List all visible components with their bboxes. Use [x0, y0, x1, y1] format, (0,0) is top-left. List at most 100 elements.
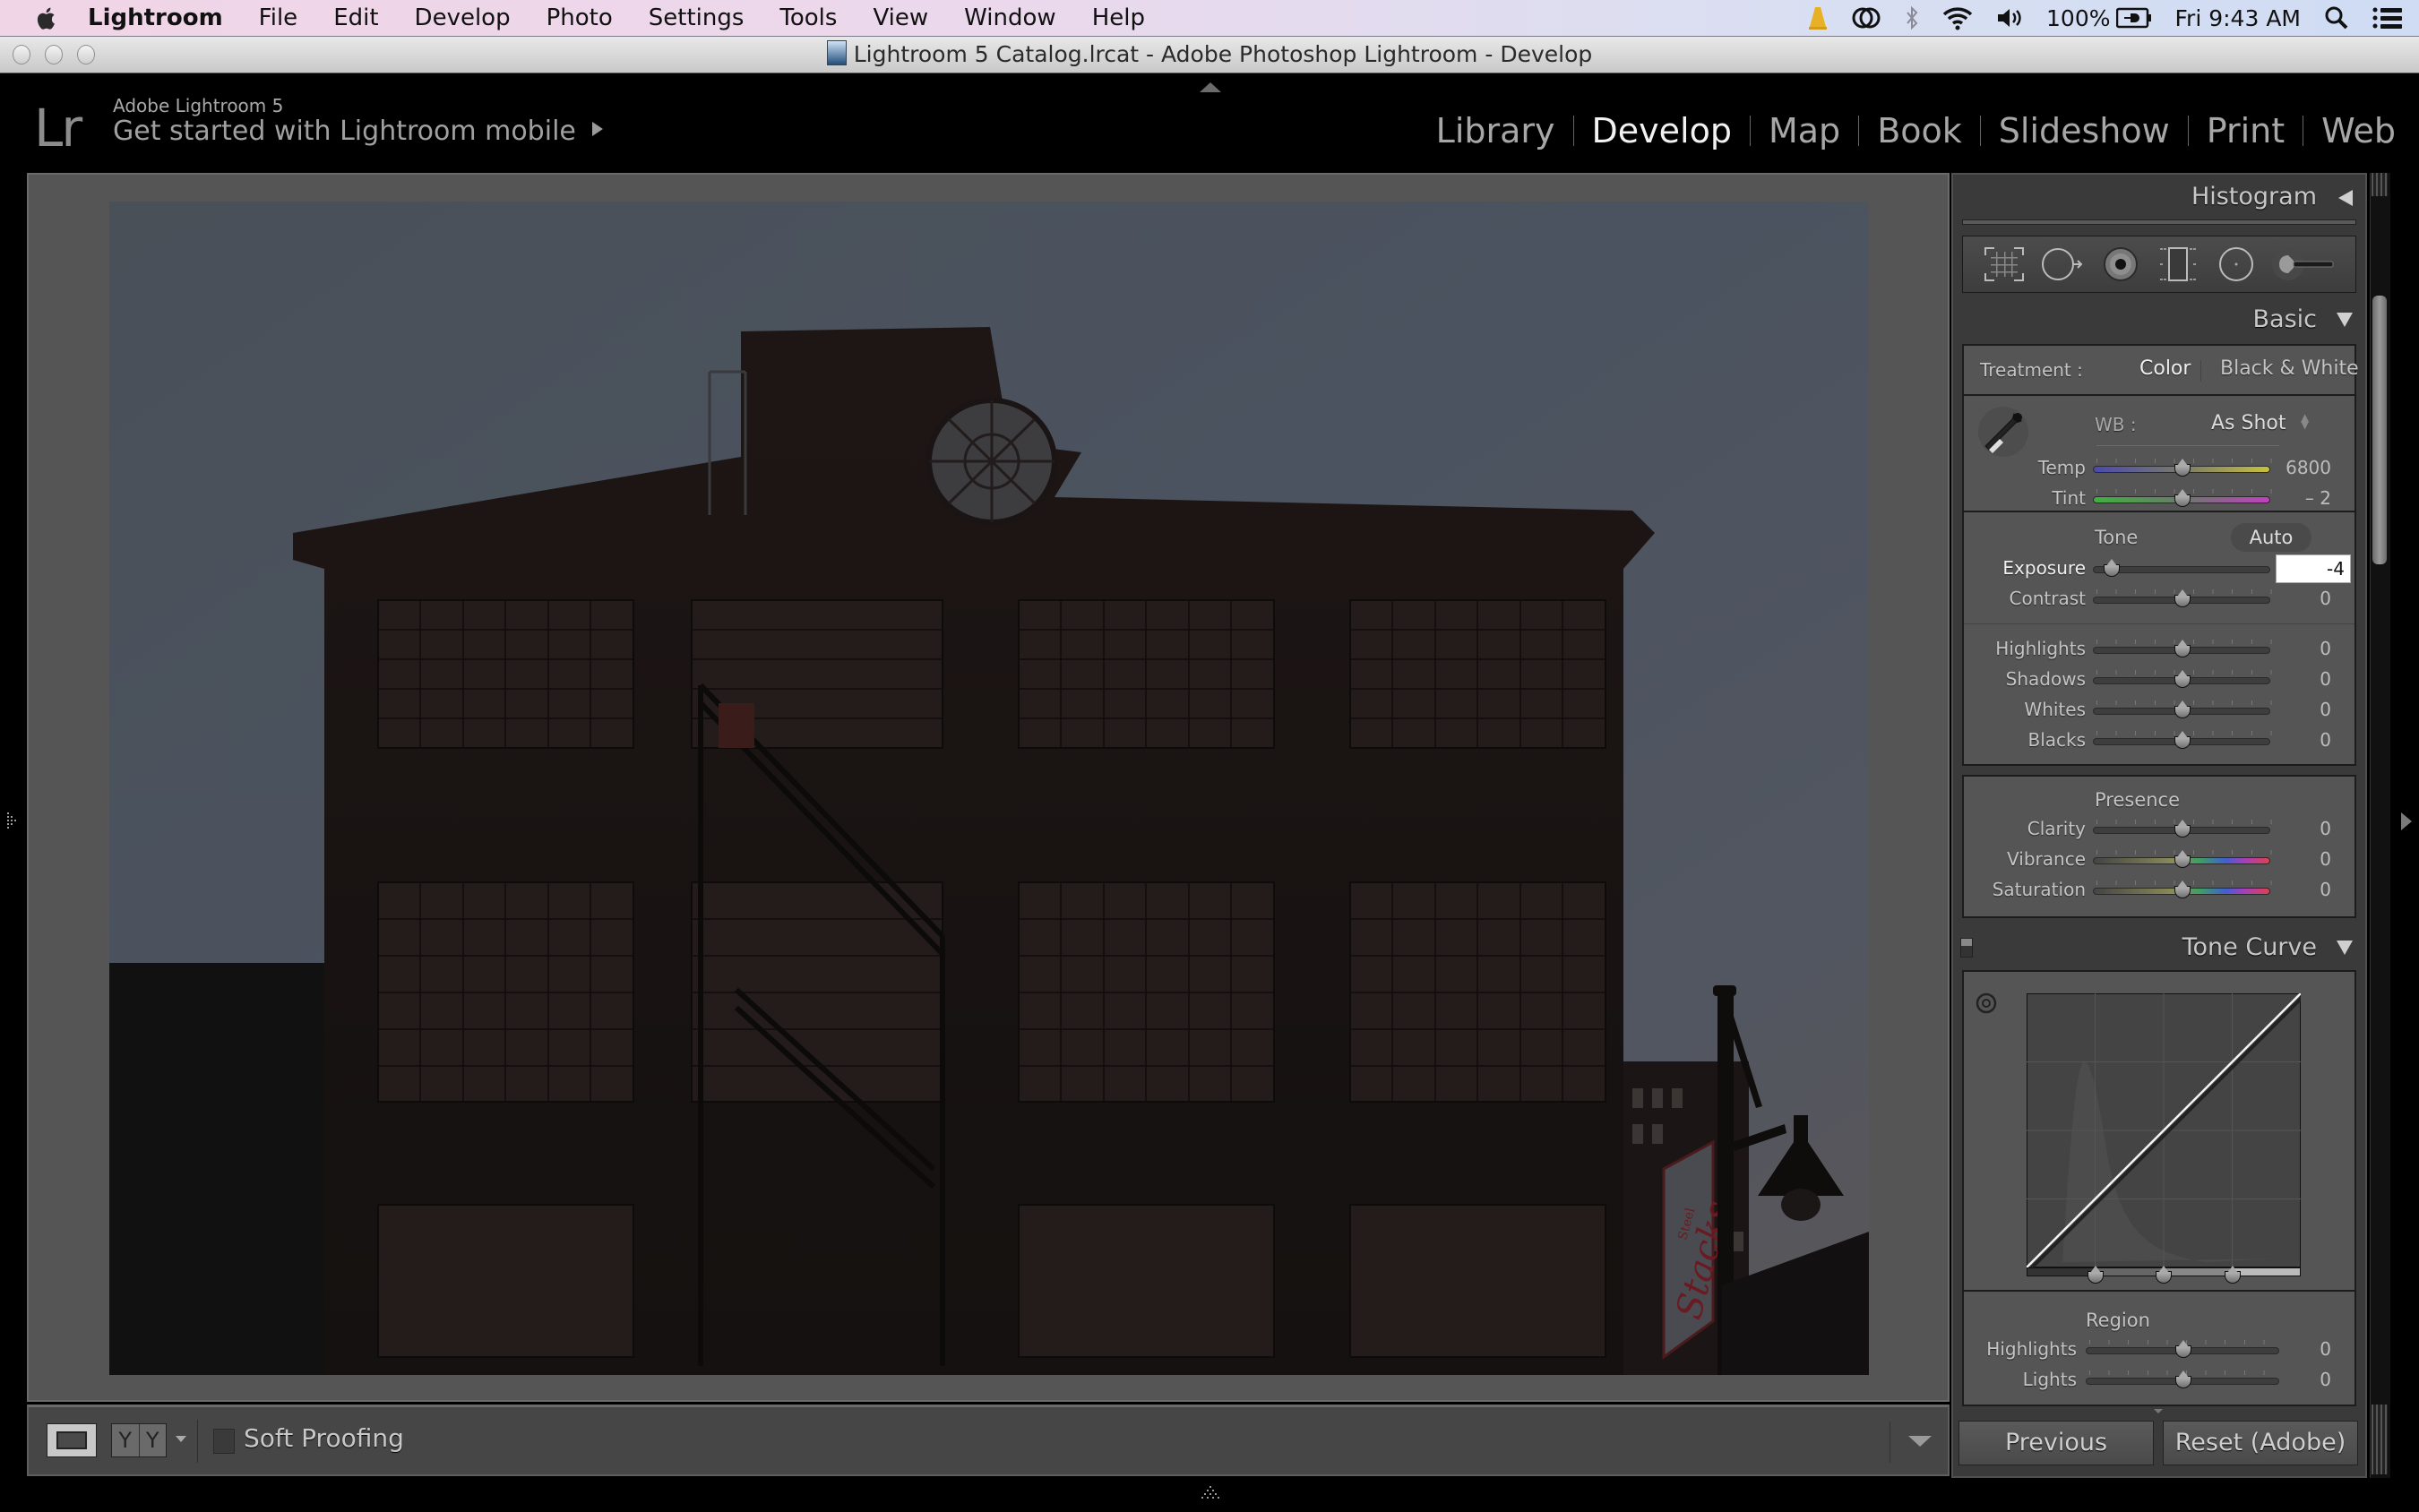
menu-help[interactable]: Help — [1092, 4, 1145, 31]
menu-tools[interactable]: Tools — [779, 4, 837, 31]
shadows-slider[interactable] — [2093, 670, 2270, 688]
scrollbar-thumb[interactable] — [2372, 296, 2387, 564]
clarity-value[interactable]: 0 — [2268, 818, 2331, 839]
top-panel-collapse-icon[interactable] — [1200, 82, 1221, 92]
adjustment-brush-tool[interactable] — [2271, 242, 2337, 287]
contrast-slider[interactable] — [2093, 589, 2270, 607]
temp-slider[interactable] — [2093, 459, 2270, 477]
targeted-adjustment-icon[interactable] — [1975, 992, 1998, 1015]
reset-button[interactable]: Reset (Adobe) — [2163, 1421, 2358, 1465]
notification-center-icon[interactable] — [2372, 6, 2403, 30]
contrast-value[interactable]: 0 — [2268, 588, 2331, 609]
whites-value[interactable]: 0 — [2268, 699, 2331, 720]
highlights-value[interactable]: 0 — [2268, 638, 2331, 659]
wb-eyedropper-icon[interactable] — [1976, 405, 2034, 462]
histogram-panel-header[interactable]: Histogram — [1953, 175, 2365, 219]
highlights-slider[interactable] — [2093, 640, 2270, 657]
scrollbar-grip-bottom[interactable] — [2372, 1405, 2388, 1474]
menu-window[interactable]: Window — [964, 4, 1056, 31]
clarity-slider-thumb[interactable] — [2174, 820, 2191, 838]
blacks-slider[interactable] — [2093, 731, 2270, 749]
loupe-view-button[interactable] — [47, 1423, 97, 1457]
menu-app-lightroom[interactable]: Lightroom — [88, 4, 223, 31]
tone-curve-toggle-switch[interactable] — [1960, 938, 1973, 958]
tint-slider[interactable] — [2093, 489, 2270, 507]
right-panel-collapse-icon[interactable] — [2401, 812, 2412, 830]
saturation-slider[interactable] — [2093, 881, 2270, 898]
treatment-color-option[interactable]: Color — [2139, 357, 2191, 380]
module-library[interactable]: Library — [1418, 111, 1573, 150]
spotlight-search-icon[interactable] — [2324, 5, 2349, 30]
region-highlights-slider[interactable] — [2086, 1340, 2279, 1358]
basic-panel-header[interactable]: Basic — [1953, 297, 2365, 342]
contrast-slider-thumb[interactable] — [2174, 589, 2191, 607]
radial-filter-tool[interactable] — [2214, 242, 2259, 287]
vlc-cone-icon[interactable] — [1808, 5, 1828, 30]
tint-value[interactable]: – 2 — [2268, 487, 2331, 509]
left-panel-expand-icon[interactable] — [5, 811, 18, 832]
module-slideshow[interactable]: Slideshow — [1981, 111, 2188, 150]
vibrance-slider[interactable] — [2093, 850, 2270, 868]
saturation-slider-thumb[interactable] — [2174, 881, 2191, 898]
before-after-dropdown-icon[interactable] — [176, 1436, 186, 1442]
module-map[interactable]: Map — [1751, 111, 1858, 150]
split-point-highlights-handle[interactable] — [2224, 1266, 2241, 1284]
region-highlights-value[interactable]: 0 — [2268, 1338, 2331, 1360]
region-lights-value[interactable]: 0 — [2268, 1369, 2331, 1390]
volume-icon[interactable] — [1996, 6, 2023, 30]
menu-photo[interactable]: Photo — [547, 4, 613, 31]
filmstrip-expand-icon[interactable] — [1200, 1485, 1221, 1499]
previous-button[interactable]: Previous — [1958, 1421, 2154, 1465]
menu-develop[interactable]: Develop — [415, 4, 511, 31]
module-web[interactable]: Web — [2303, 111, 2396, 150]
battery-percent[interactable]: 100% — [2046, 5, 2110, 31]
split-point-shadows-handle[interactable] — [2087, 1266, 2104, 1284]
treatment-bw-option[interactable]: Black & White — [2220, 357, 2359, 380]
apple-menu-icon[interactable] — [34, 4, 61, 31]
module-develop[interactable]: Develop — [1574, 111, 1750, 150]
menu-settings[interactable]: Settings — [649, 4, 745, 31]
tint-slider-thumb[interactable] — [2174, 489, 2191, 507]
vibrance-value[interactable]: 0 — [2268, 848, 2331, 870]
wifi-icon[interactable] — [1942, 5, 1973, 30]
lightroom-mobile-link[interactable]: Get started with Lightroom mobile — [113, 116, 603, 147]
exposure-value-input[interactable] — [2276, 554, 2351, 583]
blacks-value[interactable]: 0 — [2268, 729, 2331, 751]
auto-tone-button[interactable]: Auto — [2231, 523, 2311, 552]
toolbar-content-menu-icon[interactable] — [1908, 1436, 1932, 1447]
menu-clock[interactable]: Fri 9:43 AM — [2175, 5, 2302, 31]
region-lights-slider[interactable] — [2086, 1370, 2279, 1388]
saturation-value[interactable]: 0 — [2268, 879, 2331, 900]
whites-slider-thumb[interactable] — [2174, 700, 2191, 718]
clarity-slider[interactable] — [2093, 820, 2270, 838]
region-lights-thumb[interactable] — [2175, 1370, 2191, 1388]
menu-file[interactable]: File — [259, 4, 298, 31]
module-book[interactable]: Book — [1859, 111, 1980, 150]
temp-value[interactable]: 6800 — [2268, 457, 2331, 478]
soft-proofing-checkbox[interactable] — [213, 1429, 235, 1454]
wb-select[interactable]: As Shot — [2211, 412, 2286, 434]
wb-stepper-icon[interactable]: ▲ ▼ — [2301, 412, 2309, 430]
module-print[interactable]: Print — [2189, 111, 2303, 150]
red-eye-tool[interactable] — [2098, 242, 2143, 287]
vibrance-slider-thumb[interactable] — [2174, 850, 2191, 868]
graduated-filter-tool[interactable] — [2156, 242, 2200, 287]
scrollbar-grip-top[interactable] — [2372, 173, 2388, 196]
bluetooth-icon[interactable] — [1905, 5, 1919, 30]
menu-view[interactable]: View — [873, 4, 928, 31]
exposure-slider[interactable] — [2093, 559, 2270, 577]
split-point-midtones-handle[interactable] — [2156, 1266, 2172, 1284]
highlights-slider-thumb[interactable] — [2174, 640, 2191, 657]
exposure-slider-thumb[interactable] — [2103, 559, 2120, 577]
tone-curve-panel-header[interactable]: Tone Curve — [1953, 925, 2365, 970]
before-after-view-button[interactable]: YY — [111, 1423, 167, 1457]
whites-slider[interactable] — [2093, 700, 2270, 718]
tone-curve-graph[interactable] — [2026, 992, 2305, 1272]
blacks-slider-thumb[interactable] — [2174, 731, 2191, 749]
battery-charging-icon[interactable] — [2115, 7, 2152, 29]
temp-slider-thumb[interactable] — [2174, 459, 2191, 477]
shadows-slider-thumb[interactable] — [2174, 670, 2191, 688]
creative-cloud-icon[interactable] — [1851, 6, 1881, 30]
crop-overlay-tool[interactable] — [1982, 242, 2027, 287]
shadows-value[interactable]: 0 — [2268, 668, 2331, 690]
